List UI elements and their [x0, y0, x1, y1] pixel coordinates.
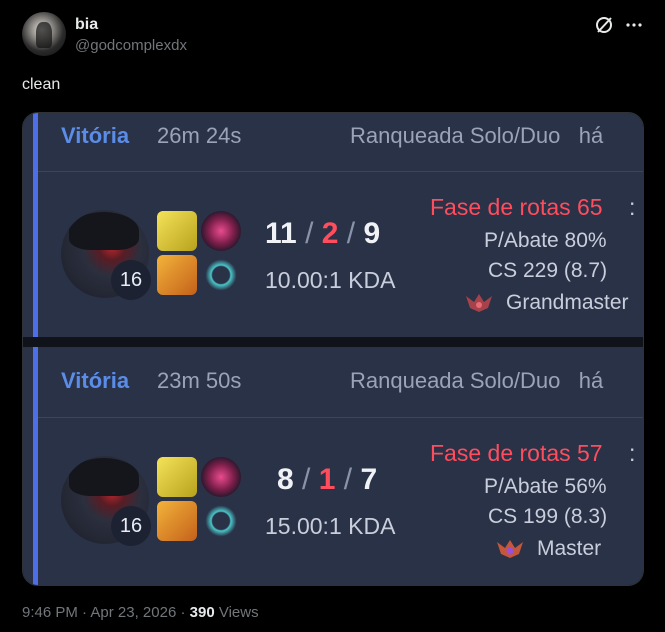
- views-count: 390: [189, 604, 215, 621]
- avatar[interactable]: [22, 12, 66, 56]
- meta-separator: ·: [180, 604, 186, 621]
- champion-level: 16: [111, 260, 151, 300]
- match-separator: [38, 171, 643, 172]
- tweet-header: bia @godcomplexdx: [22, 12, 644, 62]
- author-handle[interactable]: @godcomplexdx: [75, 37, 187, 54]
- kill-participation: P/Abate 80%: [484, 229, 607, 252]
- flash-spell-icon: [157, 457, 197, 497]
- creep-score: CS 199 (8.3): [488, 505, 608, 528]
- views-label: Views: [218, 604, 259, 621]
- kda-ratio: 15.00:1 KDA: [265, 513, 396, 539]
- creep-score: CS 229 (8.7): [488, 259, 608, 282]
- match-divider: [23, 337, 643, 347]
- meta-separator: ·: [82, 604, 88, 621]
- lane-phase: Fase de rotas 57: [430, 440, 603, 466]
- lane-phase-colon: :: [629, 194, 636, 220]
- secondary-rune-icon: [201, 501, 241, 541]
- tweet-text: clean: [22, 76, 61, 93]
- kill-participation: P/Abate 56%: [484, 475, 607, 498]
- kda-score: 11 / 2 / 9: [265, 217, 381, 250]
- match-result: Vitória: [61, 123, 130, 148]
- match-card-1: Vitória 26m 24s Ranqueada Solo/Duo há 16…: [23, 113, 643, 337]
- lane-phase-colon: :: [629, 440, 636, 466]
- match-result: Vitória: [61, 368, 130, 393]
- keystone-rune-icon: [201, 457, 241, 497]
- ignite-spell-icon: [157, 255, 197, 295]
- ignite-spell-icon: [157, 501, 197, 541]
- lane-phase: Fase de rotas 65: [430, 194, 603, 220]
- secondary-rune-icon: [201, 255, 241, 295]
- rank-tier: Master: [537, 537, 602, 560]
- keystone-rune-icon: [201, 211, 241, 251]
- master-emblem-icon: [497, 540, 523, 558]
- match-duration: 26m 24s: [157, 123, 242, 148]
- kda-ratio: 10.00:1 KDA: [265, 267, 396, 293]
- tweet-time[interactable]: 9:46 PM: [22, 604, 78, 621]
- match-card-2: Vitória 23m 50s Ranqueada Solo/Duo há 16…: [23, 347, 643, 585]
- kda-score: 8 / 1 / 7: [277, 463, 378, 496]
- author-name[interactable]: bia: [75, 16, 98, 34]
- match-queue: Ranqueada Solo/Duo há: [350, 123, 604, 148]
- match-queue: Ranqueada Solo/Duo há: [350, 368, 604, 393]
- tweet-date[interactable]: Apr 23, 2026: [90, 604, 176, 621]
- tweet-media-image[interactable]: Vitória 26m 24s Ranqueada Solo/Duo há 16…: [22, 112, 644, 586]
- win-stripe: [33, 347, 38, 585]
- grok-icon[interactable]: [594, 15, 614, 35]
- champion-level: 16: [111, 506, 151, 546]
- match-duration: 23m 50s: [157, 368, 242, 393]
- tweet-meta: 9:46 PM · Apr 23, 2026 · 390 Views: [22, 604, 259, 621]
- flash-spell-icon: [157, 211, 197, 251]
- rank-tier: Grandmaster: [506, 291, 629, 314]
- grandmaster-emblem-icon: [466, 294, 492, 312]
- more-options-icon[interactable]: [624, 15, 644, 35]
- match-separator: [38, 417, 643, 418]
- win-stripe: [33, 113, 38, 337]
